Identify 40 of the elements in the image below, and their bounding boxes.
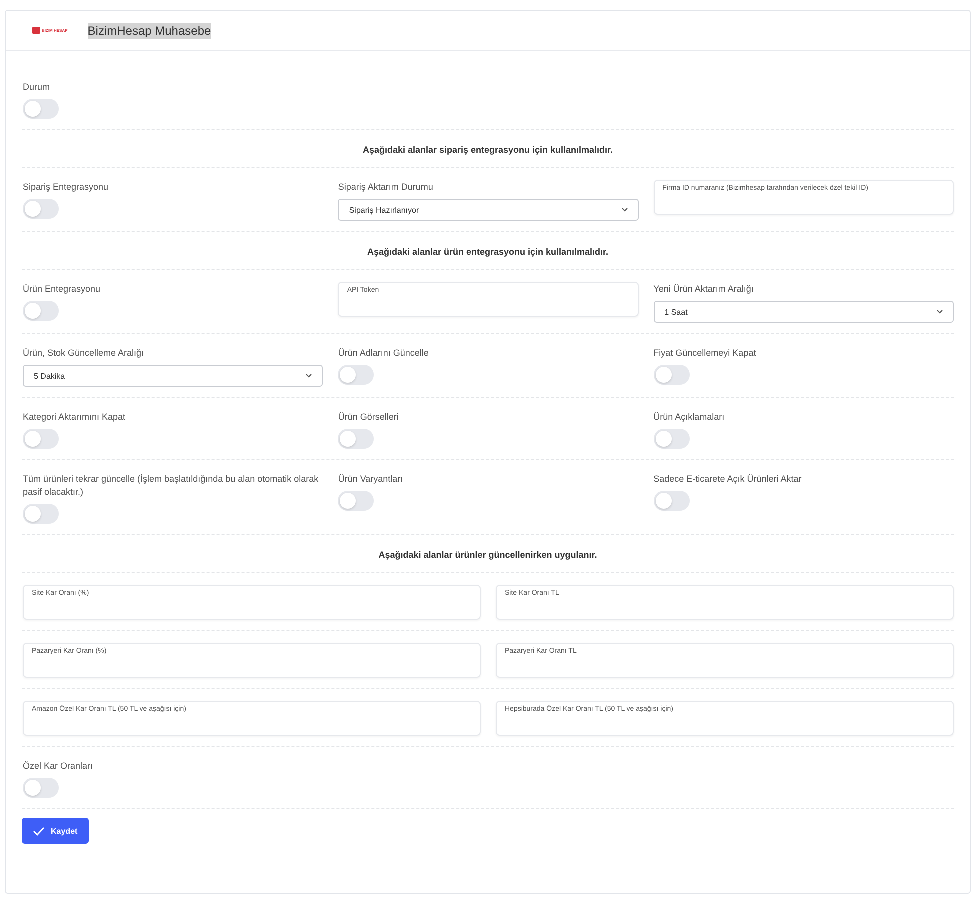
toggle-switch[interactable] (338, 365, 374, 385)
toggle-switch[interactable] (23, 504, 59, 524)
toggle-switch[interactable] (23, 99, 59, 119)
toggle-switch[interactable] (23, 199, 59, 219)
toggle-switch[interactable] (654, 491, 690, 511)
chevron-down-icon (622, 208, 628, 212)
field-label: Ürün Açıklamaları (654, 411, 725, 424)
field-label: Fiyat Güncellemeyi Kapat (654, 347, 756, 360)
section-heading: Aşağıdaki alanlar ürün entegrasyonu için kullanılmalıdır. (367, 247, 609, 257)
toggle-switch[interactable] (654, 365, 690, 385)
field-label: Sipariş Entegrasyonu (23, 181, 109, 194)
dropdown[interactable]: 1 Saat (654, 301, 954, 323)
field-label: Tüm ürünleri tekrar güncelle (İşlem başlatıldığında bu alan otomatik olarak pasif olacaktır.) (23, 473, 320, 499)
field-label: Kategori Aktarımını Kapat (23, 411, 126, 424)
toggle-switch[interactable] (23, 429, 59, 449)
toggle-switch[interactable] (338, 429, 374, 449)
field-label: Ürün, Stok Güncelleme Aralığı (23, 347, 144, 360)
section-heading: Aşağıdaki alanlar ürünler güncellenirken uygulanır. (378, 550, 598, 560)
dropdown[interactable]: Sipariş Hazırlanıyor (338, 199, 639, 221)
toggle-switch[interactable] (654, 429, 690, 449)
section-heading: Aşağıdaki alanlar sipariş entegrasyonu için kullanılmalıdır. (362, 145, 614, 155)
page-title: BizimHesap Muhasebe (88, 22, 212, 38)
chevron-down-icon (306, 374, 312, 378)
field-label: Sipariş Aktarım Durumu (338, 181, 434, 194)
toggle-switch[interactable] (23, 778, 59, 798)
toggle-switch[interactable] (23, 301, 59, 321)
field-label: Yeni Ürün Aktarım Aralığı (654, 283, 754, 296)
dropdown[interactable]: 5 Dakika (23, 365, 324, 387)
field-label: Sadece E-ticarete Açık Ürünleri Aktar (654, 473, 802, 486)
field-label: Ürün Varyantları (338, 473, 404, 486)
field-label: Ürün Adlarını Güncelle (338, 347, 429, 360)
chevron-down-icon (937, 310, 943, 314)
field-label: Durum (23, 81, 50, 94)
field-label: Ürün Görselleri (338, 411, 399, 424)
toggle-switch[interactable] (338, 491, 374, 511)
field-label: Özel Kar Oranları (23, 760, 94, 773)
field-label: Ürün Entegrasyonu (23, 283, 101, 296)
logo-icon (32, 26, 41, 35)
check-icon (33, 826, 45, 836)
save-button[interactable]: Kaydet (22, 818, 89, 844)
